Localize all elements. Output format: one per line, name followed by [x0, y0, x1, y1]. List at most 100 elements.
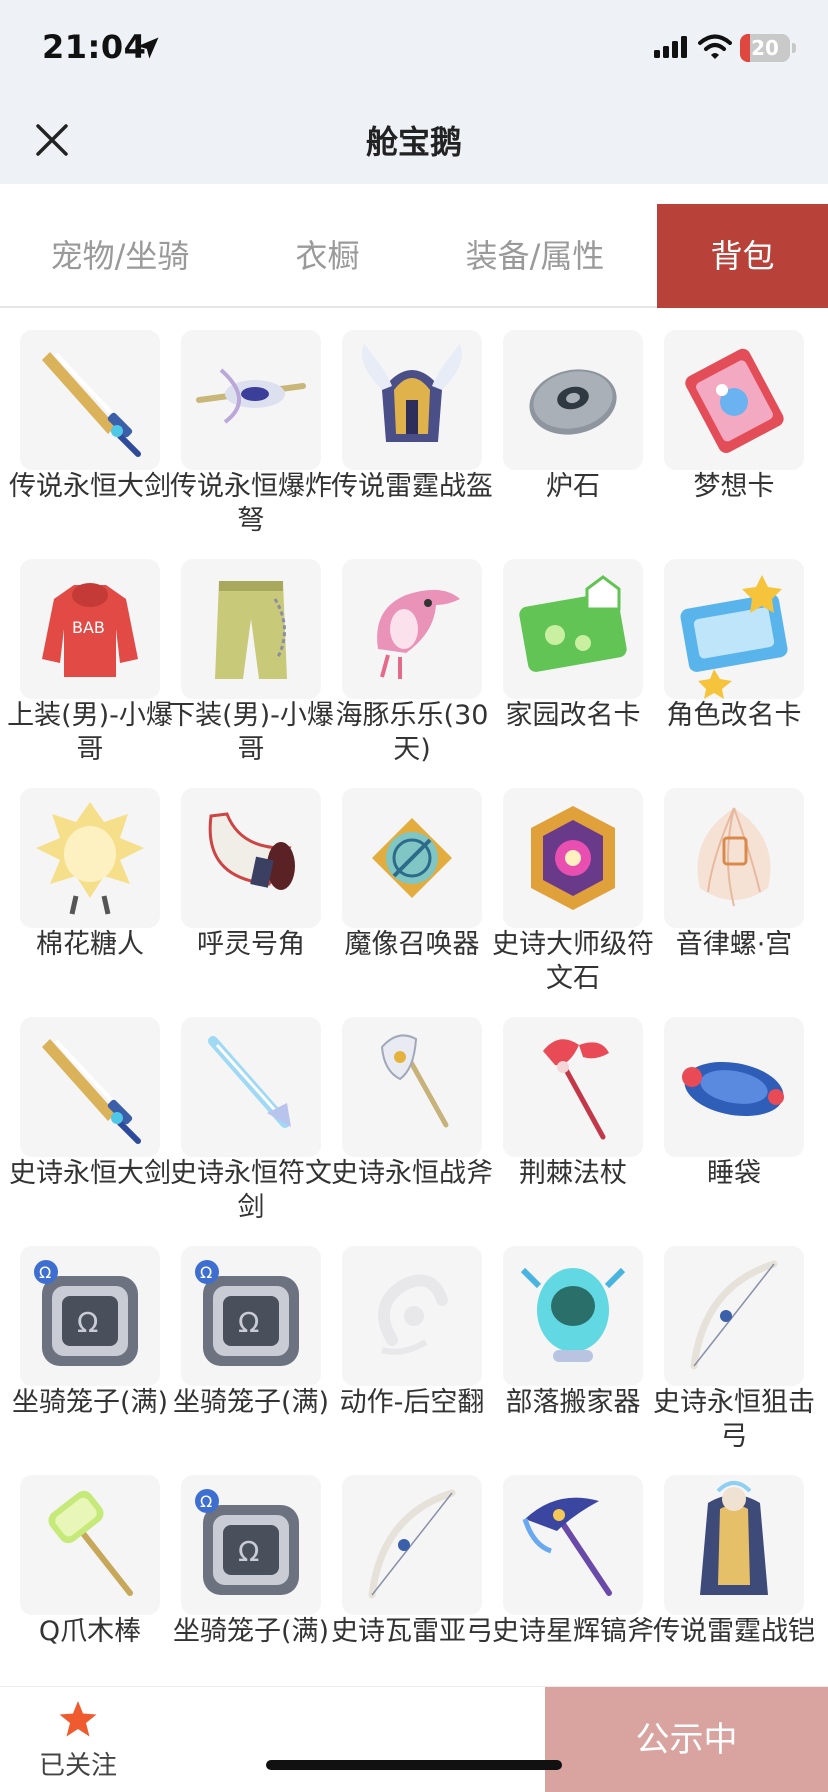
item-label: 炉石: [546, 471, 600, 502]
item-tile[interactable]: [342, 788, 482, 928]
item-cell[interactable]: 史诗永恒大剑: [0, 1017, 171, 1245]
armor-icon: [700, 1481, 768, 1595]
item-label: 魔像召唤器: [344, 929, 480, 960]
item-cell[interactable]: 史诗永恒战斧: [322, 1017, 493, 1245]
item-cell[interactable]: 传说雷霆战盔: [322, 330, 493, 558]
item-cell[interactable]: 下装(男)-小爆哥: [161, 559, 334, 787]
close-icon[interactable]: [32, 120, 72, 160]
item-cell[interactable]: 棉花糖人: [0, 788, 160, 1016]
item-tile[interactable]: [342, 559, 482, 699]
item-tile[interactable]: [664, 559, 804, 699]
item-tile[interactable]: [503, 1246, 643, 1386]
tab-backpack[interactable]: 背包: [657, 204, 828, 308]
follow-label: 已关注: [38, 1751, 117, 1781]
horn-icon: [208, 812, 295, 890]
item-cell[interactable]: BAB 上装(男)-小爆哥: [0, 559, 173, 787]
item-cell[interactable]: 睡袋: [644, 1017, 804, 1245]
sword-icon: [42, 352, 141, 457]
helmet-icon: [362, 344, 462, 442]
item-cell[interactable]: 史诗永恒符文剑: [161, 1017, 332, 1245]
item-tile[interactable]: [181, 788, 321, 928]
svg-text:Ω: Ω: [200, 1263, 212, 1282]
tab-wardrobe[interactable]: 衣橱: [240, 204, 415, 308]
item-label: 上装(男)-小爆哥: [7, 700, 173, 765]
item-label: 传说雷霆战铠: [653, 1616, 815, 1647]
status-time: 21:04: [42, 28, 147, 66]
item-label: 史诗永恒狙击弓: [653, 1387, 815, 1452]
item-cell[interactable]: 传说永恒爆炸弩: [161, 330, 332, 558]
item-cell[interactable]: 荆棘法杖: [483, 1017, 643, 1245]
item-cell[interactable]: 史诗瓦雷亚弓: [322, 1475, 493, 1703]
item-tile[interactable]: [664, 788, 804, 928]
item-tile[interactable]: [342, 1246, 482, 1386]
item-cell[interactable]: 动作-后空翻: [322, 1246, 484, 1474]
item-label: 史诗瓦雷亚弓: [331, 1616, 493, 1647]
status-bar: 21:04 20: [0, 0, 828, 100]
item-tile[interactable]: [503, 1475, 643, 1615]
item-tile[interactable]: [20, 1017, 160, 1157]
item-tile[interactable]: [342, 330, 482, 470]
item-cell[interactable]: 炉石: [483, 330, 643, 558]
item-cell[interactable]: 呼灵号角: [161, 788, 321, 1016]
sleeping-bag-icon: [682, 1061, 784, 1117]
item-cell[interactable]: Ω Ω 坐骑笼子(满): [161, 1475, 329, 1703]
item-cell[interactable]: Q爪木棒: [0, 1475, 160, 1703]
hoodie-icon: BAB: [42, 583, 138, 677]
item-tile[interactable]: ΩΩ: [181, 1475, 321, 1615]
item-cell[interactable]: 梦想卡: [644, 330, 804, 558]
item-label: 坐骑笼子(满): [11, 1387, 169, 1418]
item-tile[interactable]: [181, 330, 321, 470]
item-tile[interactable]: ΩΩ: [181, 1246, 321, 1386]
item-cell[interactable]: 海豚乐乐(30天): [322, 559, 488, 787]
item-cell[interactable]: Ω Ω 坐骑笼子(满): [161, 1246, 329, 1474]
item-tile[interactable]: [20, 330, 160, 470]
item-tile[interactable]: ΩΩ: [20, 1246, 160, 1386]
item-tile[interactable]: [342, 1475, 482, 1615]
public-notice-button[interactable]: 公示中: [545, 1687, 828, 1792]
summoner-icon: [372, 818, 452, 898]
tab-equipment[interactable]: 装备/属性: [415, 204, 655, 308]
item-cell[interactable]: 部落搬家器: [483, 1246, 643, 1474]
item-tile[interactable]: [181, 1017, 321, 1157]
item-cell[interactable]: 家园改名卡: [483, 559, 643, 787]
item-label: 传说永恒大剑: [9, 471, 171, 502]
item-label: 角色改名卡: [666, 700, 802, 731]
item-tile[interactable]: [20, 1475, 160, 1615]
follow-button[interactable]: 已关注: [28, 1687, 128, 1792]
item-tile[interactable]: BAB: [20, 559, 160, 699]
item-cell[interactable]: Ω Ω 坐骑笼子(满): [0, 1246, 168, 1474]
item-tile[interactable]: [664, 1246, 804, 1386]
item-label: 坐骑笼子(满): [172, 1616, 330, 1647]
item-cell[interactable]: 传说雷霆战铠: [644, 1475, 815, 1703]
item-cell[interactable]: 音律螺·宫: [644, 788, 804, 1016]
item-tile[interactable]: [664, 330, 804, 470]
item-tile[interactable]: [664, 1017, 804, 1157]
item-tile[interactable]: [503, 788, 643, 928]
item-tile[interactable]: [503, 330, 643, 470]
item-tile[interactable]: [181, 559, 321, 699]
item-cell[interactable]: 角色改名卡: [644, 559, 804, 787]
item-label: 史诗永恒大剑: [9, 1158, 171, 1189]
hammer-icon: [48, 1490, 133, 1596]
item-tile[interactable]: [342, 1017, 482, 1157]
battery-level: 20: [751, 36, 779, 60]
item-cell[interactable]: 史诗星辉镐斧: [483, 1475, 654, 1703]
tab-pets-mounts[interactable]: 宠物/坐骑: [0, 204, 240, 308]
item-tile[interactable]: [503, 559, 643, 699]
home-indicator: [266, 1760, 562, 1770]
signal-icon: [654, 36, 687, 58]
item-cell[interactable]: 史诗大师级符文石: [483, 788, 654, 1016]
item-cell[interactable]: 史诗永恒狙击弓: [644, 1246, 815, 1474]
item-tile[interactable]: [503, 1017, 643, 1157]
pants-icon: [215, 581, 287, 679]
item-tile[interactable]: [664, 1475, 804, 1615]
bow-icon: [690, 1260, 778, 1370]
item-tile[interactable]: [20, 788, 160, 928]
cage-icon: ΩΩ: [195, 1489, 299, 1595]
item-cell[interactable]: 传说永恒大剑: [0, 330, 171, 558]
staff-icon: [543, 1039, 609, 1140]
item-label: 史诗永恒符文剑: [170, 1158, 332, 1223]
pickaxe-icon: [522, 1497, 612, 1596]
item-cell[interactable]: 魔像召唤器: [322, 788, 482, 1016]
svg-text:Ω: Ω: [238, 1306, 259, 1339]
